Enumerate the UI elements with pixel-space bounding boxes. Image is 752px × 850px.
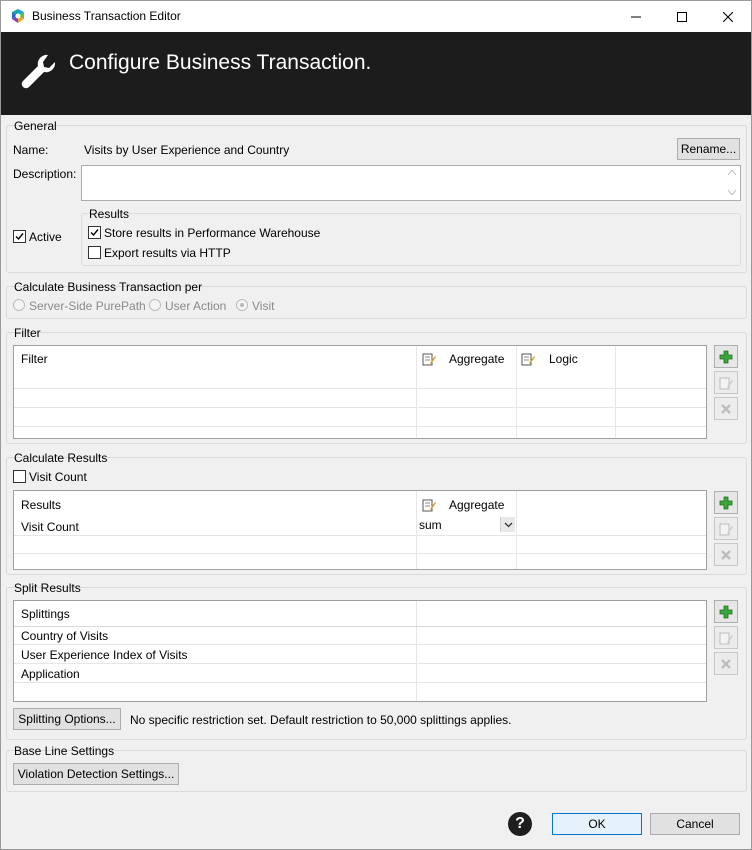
results-subgroup-title: Results [89, 207, 130, 221]
edit-icon [719, 632, 733, 644]
scroll-up-icon [728, 170, 736, 175]
active-label: Active [29, 230, 62, 244]
results-add-button[interactable] [714, 491, 738, 514]
export-http-checkbox[interactable] [88, 246, 101, 259]
split-add-button[interactable] [714, 600, 738, 623]
scroll-down-icon [728, 190, 736, 195]
checkmark-icon [15, 233, 24, 241]
name-label: Name: [13, 143, 49, 157]
split-delete-button[interactable] [714, 652, 738, 675]
radio-user-action[interactable] [149, 299, 161, 311]
description-scrollbar[interactable] [724, 166, 740, 200]
edit-icon [422, 499, 436, 512]
radio-selected-dot [240, 303, 244, 307]
aggregate-col-header[interactable]: Aggregate [449, 498, 504, 512]
close-button[interactable] [705, 1, 751, 32]
window-title: Business Transaction Editor [32, 9, 181, 23]
radio-visit[interactable] [236, 299, 248, 311]
business-transaction-editor-window: Business Transaction Editor Configure Bu… [0, 0, 752, 850]
edit-icon [719, 523, 733, 535]
add-icon [719, 605, 733, 618]
restriction-text: No specific restriction set. Default res… [130, 713, 512, 727]
name-value: Visits by User Experience and Country [84, 143, 290, 157]
split-edit-button[interactable] [714, 626, 738, 649]
edit-icon [521, 353, 535, 366]
help-icon[interactable]: ? [508, 812, 532, 836]
add-icon [719, 350, 733, 363]
splittings-table[interactable]: Splittings Country of Visits User Experi… [13, 600, 707, 702]
export-http-label: Export results via HTTP [104, 246, 231, 260]
calc-results-group-title: Calculate Results [14, 451, 108, 465]
description-label: Description: [13, 167, 77, 181]
dropdown-arrow[interactable] [500, 517, 515, 532]
cancel-button[interactable]: Cancel [650, 813, 740, 835]
filter-edit-button[interactable] [714, 371, 738, 394]
aggregate-col-header[interactable]: Aggregate [449, 352, 504, 366]
banner-title: Configure Business Transaction. [69, 51, 372, 74]
maximize-icon [677, 11, 687, 22]
radio-server-side-purepath[interactable] [13, 299, 25, 311]
splitting-row-user-experience[interactable]: User Experience Index of Visits [21, 648, 188, 662]
title-bar: Business Transaction Editor [1, 1, 751, 32]
calc-per-group-title: Calculate Business Transaction per [14, 280, 203, 294]
ok-button[interactable]: OK [552, 813, 642, 835]
filter-group-title: Filter [14, 326, 41, 340]
minimize-icon [631, 16, 641, 17]
chevron-down-icon [504, 522, 512, 527]
results-col-header[interactable]: Results [21, 498, 61, 512]
radio-user-action-label: User Action [165, 299, 227, 313]
radio-server-side-purepath-label: Server-Side PurePath [29, 299, 146, 313]
maximize-button[interactable] [659, 1, 705, 32]
delete-icon [721, 658, 731, 669]
aggregate-select[interactable]: sum [417, 516, 516, 535]
results-row-visit-count[interactable]: Visit Count [21, 520, 79, 534]
description-field[interactable] [81, 165, 741, 201]
splitting-options-button[interactable]: Splitting Options... [13, 708, 121, 730]
visit-count-checkbox[interactable] [13, 470, 26, 483]
general-group-title: General [14, 119, 57, 133]
store-results-checkbox[interactable] [88, 226, 101, 239]
delete-icon [721, 549, 731, 560]
aggregate-select-value: sum [419, 518, 442, 532]
close-icon [723, 11, 733, 22]
edit-icon [422, 353, 436, 366]
edit-icon [719, 377, 733, 389]
wrench-icon [21, 54, 56, 89]
split-results-group-title: Split Results [14, 581, 81, 595]
baseline-group-title: Base Line Settings [14, 744, 115, 758]
filter-table[interactable]: Filter Aggregate Logic [13, 345, 707, 439]
violation-detection-button[interactable]: Violation Detection Settings... [13, 763, 179, 785]
results-table[interactable]: Results Aggregate Visit Count sum [13, 490, 707, 570]
minimize-button[interactable] [613, 1, 659, 32]
filter-col-header[interactable]: Filter [21, 352, 48, 366]
logic-col-header[interactable]: Logic [549, 352, 578, 366]
dynatrace-app-icon [12, 9, 24, 23]
results-edit-button[interactable] [714, 517, 738, 540]
filter-add-button[interactable] [714, 345, 738, 368]
rename-button[interactable]: Rename... [677, 138, 740, 160]
store-results-label: Store results in Performance Warehouse [104, 226, 321, 240]
splittings-col-header[interactable]: Splittings [21, 607, 70, 621]
header-banner: Configure Business Transaction. [1, 32, 751, 115]
splitting-row-country[interactable]: Country of Visits [21, 629, 108, 643]
active-checkbox[interactable] [13, 230, 26, 243]
visit-count-label: Visit Count [29, 470, 87, 484]
radio-visit-label: Visit [252, 299, 275, 313]
checkmark-icon [90, 229, 99, 237]
results-delete-button[interactable] [714, 543, 738, 566]
splitting-row-application[interactable]: Application [21, 667, 80, 681]
delete-icon [721, 403, 731, 414]
filter-delete-button[interactable] [714, 397, 738, 420]
add-icon [719, 496, 733, 509]
